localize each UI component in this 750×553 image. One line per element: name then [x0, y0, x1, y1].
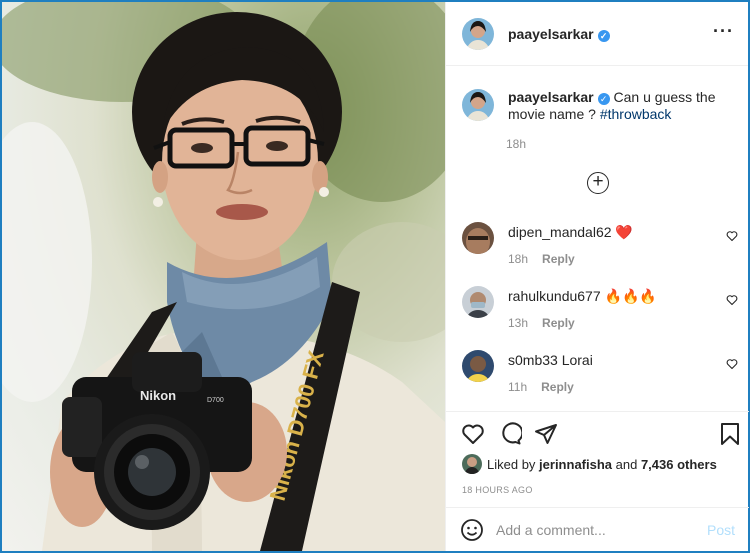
- comment-time[interactable]: 13h: [508, 316, 528, 330]
- add-comment-input[interactable]: [496, 521, 696, 538]
- comment-time[interactable]: 18h: [508, 252, 528, 266]
- post-actions: Liked by jerinnafisha and 7,436 others 1…: [446, 411, 749, 495]
- add-comment-bar: Post: [446, 507, 749, 551]
- reply-button[interactable]: Reply: [542, 316, 575, 330]
- comment-body: rahulkundu677 🔥🔥🔥: [508, 288, 657, 305]
- comment-item: dipen_mandal62 ❤️ 18h Reply: [462, 222, 742, 282]
- author-username-text[interactable]: paayelsarkar: [508, 26, 594, 42]
- comment-username[interactable]: rahulkundu677: [508, 288, 601, 304]
- comment-time[interactable]: 11h: [508, 380, 527, 394]
- comment-meta: 11h Reply: [508, 380, 574, 394]
- verified-check-icon: ✓: [597, 29, 610, 42]
- comment-username[interactable]: dipen_mandal62: [508, 224, 612, 240]
- comments-list: paayelsarkar ✓ Can u guess the movie name…: [446, 67, 749, 411]
- post-window: Nikon D700 FX Nikon D700 paayelsarkar ✓ …: [0, 0, 750, 553]
- posted-timestamp[interactable]: 18 HOURS AGO: [462, 485, 533, 495]
- commenter-avatar[interactable]: [462, 222, 494, 254]
- post-caption: paayelsarkar ✓ Can u guess the movie name…: [462, 89, 718, 123]
- plus-circle-icon[interactable]: +: [587, 172, 609, 194]
- likes-mid: and: [612, 456, 641, 472]
- like-comment-icon[interactable]: [726, 294, 738, 306]
- emoji-icon[interactable]: [460, 518, 484, 542]
- comment-meta: 18h Reply: [508, 252, 575, 266]
- comment-text: ❤️: [611, 224, 633, 240]
- post-photo[interactable]: Nikon D700 FX Nikon D700: [2, 2, 445, 551]
- comment-text: Lorai: [557, 352, 593, 368]
- verified-check-icon: ✓: [597, 93, 610, 105]
- comment-body: dipen_mandal62 ❤️: [508, 224, 633, 241]
- likes-count[interactable]: 7,436 others: [641, 457, 717, 472]
- post-header: paayelsarkar ✓ ···: [446, 2, 748, 66]
- caption-timestamp[interactable]: 18h: [506, 137, 526, 151]
- comment-item: s0mb33 Lorai 11h Reply: [462, 350, 742, 410]
- likes-prefix: Liked by: [487, 456, 540, 472]
- comment-bubble-icon[interactable]: [498, 422, 522, 446]
- likes-text: Liked by jerinnafisha and 7,436 others: [487, 457, 717, 472]
- liker-avatar[interactable]: [462, 454, 482, 474]
- post-detail-panel: paayelsarkar ✓ ··· paayelsarkar ✓ Can u gu…: [445, 2, 749, 551]
- action-icons-row: [446, 412, 749, 456]
- like-heart-icon[interactable]: [461, 422, 485, 446]
- author-avatar[interactable]: [462, 17, 494, 50]
- liker-username[interactable]: jerinnafisha: [539, 457, 612, 472]
- comment-username[interactable]: s0mb33: [508, 352, 558, 368]
- save-bookmark-icon[interactable]: [718, 422, 742, 446]
- comment-text: 🔥🔥🔥: [600, 288, 657, 304]
- reply-button[interactable]: Reply: [542, 252, 575, 266]
- share-send-icon[interactable]: [534, 422, 558, 446]
- caption-avatar[interactable]: [462, 89, 494, 121]
- camera-brand-text: Nikon: [140, 388, 176, 403]
- like-comment-icon[interactable]: [726, 358, 738, 370]
- reply-button[interactable]: Reply: [541, 380, 574, 394]
- post-comment-button[interactable]: Post: [707, 522, 735, 538]
- comment-item: rahulkundu677 🔥🔥🔥 13h Reply: [462, 286, 742, 346]
- photo-illustration: Nikon D700 FX Nikon D700: [2, 2, 445, 551]
- comment-body: s0mb33 Lorai: [508, 352, 593, 368]
- like-comment-icon[interactable]: [726, 230, 738, 242]
- likes-summary: Liked by jerinnafisha and 7,436 others: [462, 454, 717, 474]
- hashtag-link[interactable]: #throwback: [600, 106, 672, 122]
- commenter-avatar[interactable]: [462, 286, 494, 318]
- comment-meta: 13h Reply: [508, 316, 575, 330]
- camera-model-text: D700: [207, 397, 224, 404]
- commenter-avatar[interactable]: [462, 350, 494, 382]
- caption-text: paayelsarkar ✓ Can u guess the movie name…: [508, 89, 718, 123]
- caption-username[interactable]: paayelsarkar: [508, 89, 594, 105]
- more-options-icon[interactable]: ···: [713, 22, 734, 42]
- author-username[interactable]: paayelsarkar ✓: [508, 26, 610, 42]
